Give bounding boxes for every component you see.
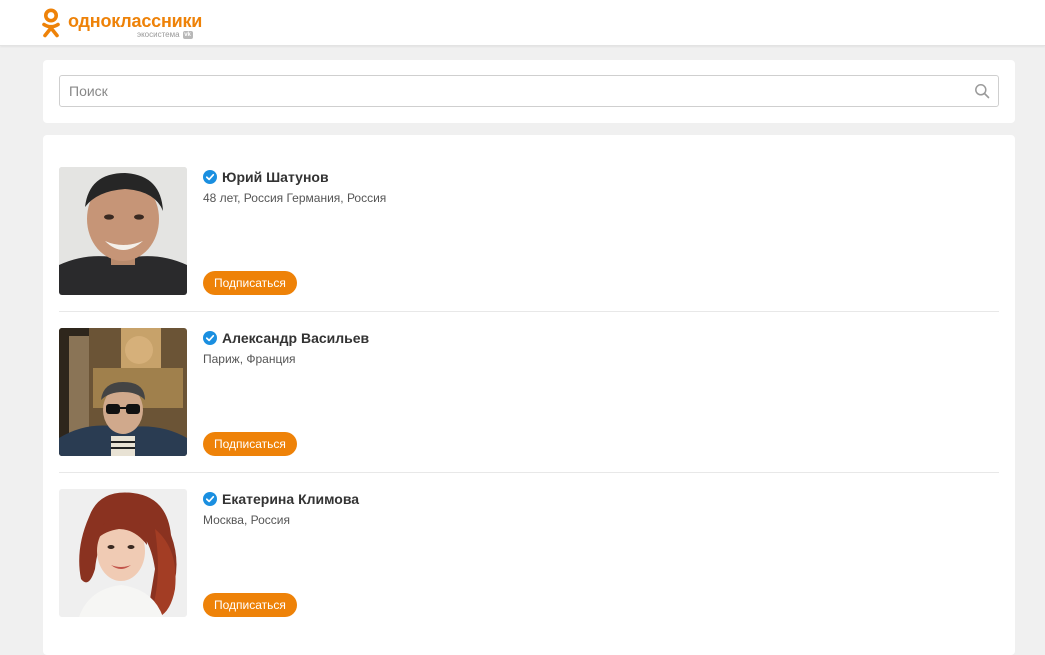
- profile-details: 48 лет, Россия Германия, Россия: [203, 191, 387, 205]
- avatar[interactable]: [59, 328, 187, 456]
- ok-logo-link[interactable]: одноклассники экосистема vk: [41, 6, 211, 40]
- divider: [59, 311, 999, 312]
- subscribe-button[interactable]: Подписаться: [203, 271, 297, 295]
- result-item: Екатерина Климова Москва, Россия Подписа…: [59, 489, 999, 650]
- name-row: Юрий Шатунов: [203, 168, 329, 186]
- ok-logo-icon: [42, 8, 60, 38]
- search-results: Юрий Шатунов 48 лет, Россия Германия, Ро…: [43, 135, 1015, 655]
- avatar[interactable]: [59, 167, 187, 295]
- name-row: Екатерина Климова: [203, 490, 359, 508]
- search-panel: [43, 60, 1015, 123]
- divider: [59, 472, 999, 473]
- subscribe-button[interactable]: Подписаться: [203, 432, 297, 456]
- name-row: Александр Васильев: [203, 329, 369, 347]
- profile-details: Париж, Франция: [203, 352, 296, 366]
- verified-icon: [203, 492, 217, 506]
- subscribe-button[interactable]: Подписаться: [203, 593, 297, 617]
- search-input[interactable]: [60, 76, 960, 106]
- result-item: Александр Васильев Париж, Франция Подпис…: [59, 328, 999, 489]
- logo-subtitle-text: экосистема: [137, 30, 180, 39]
- logo-text: одноклассники: [68, 11, 203, 31]
- profile-details: Москва, Россия: [203, 513, 290, 527]
- logo-subtitle: экосистема vk: [137, 30, 193, 39]
- verified-icon: [203, 331, 217, 345]
- profile-name-link[interactable]: Александр Васильев: [222, 330, 369, 346]
- avatar[interactable]: [59, 489, 187, 617]
- result-item: Юрий Шатунов 48 лет, Россия Германия, Ро…: [59, 167, 999, 328]
- search-box: [59, 75, 999, 107]
- profile-name-link[interactable]: Екатерина Климова: [222, 491, 359, 507]
- profile-name-link[interactable]: Юрий Шатунов: [222, 169, 329, 185]
- search-icon[interactable]: [974, 83, 990, 99]
- verified-icon: [203, 170, 217, 184]
- top-bar: одноклассники экосистема vk: [0, 0, 1045, 46]
- vk-icon: vk: [182, 30, 193, 39]
